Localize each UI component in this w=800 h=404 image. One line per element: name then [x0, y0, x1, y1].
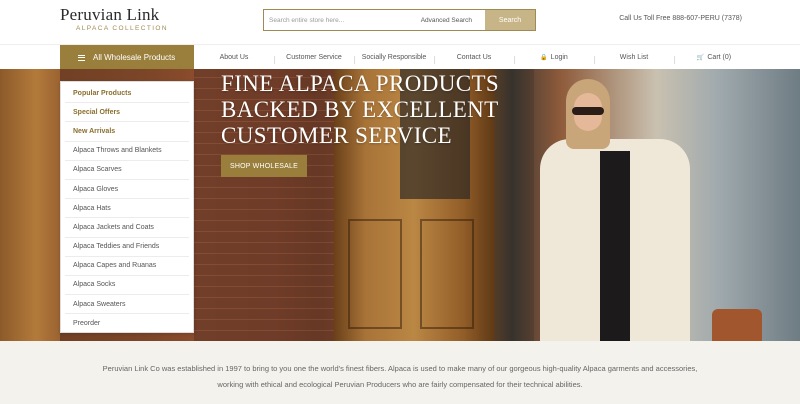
shop-wholesale-button[interactable]: SHOP WHOLESALE — [221, 155, 307, 177]
dropdown-item[interactable]: Special Offers — [65, 103, 189, 123]
hero-title-line: BACKED BY EXCELLENT — [221, 97, 499, 122]
nav-item-label: Customer Service — [286, 54, 342, 61]
hero-title-line: CUSTOMER SERVICE — [221, 123, 452, 148]
all-products-label: All Wholesale Products — [93, 53, 176, 62]
search-bar: Advanced Search Search — [263, 9, 536, 31]
nav-item-label: Socially Responsible — [361, 54, 427, 61]
nav-links: About Us Customer Service Socially Respons… — [194, 45, 754, 70]
hero-title-line: FINE ALPACA PRODUCTS — [221, 71, 500, 96]
dropdown-item[interactable]: Preorder — [65, 314, 189, 333]
dropdown-item[interactable]: Alpaca Capes and Ruanas — [65, 257, 189, 276]
nav-item-label: About Us — [219, 54, 249, 61]
advanced-search-link[interactable]: Advanced Search — [421, 17, 472, 24]
logo-name: Peruvian Link — [60, 5, 160, 24]
nav-item-label: Wish List — [619, 54, 649, 61]
search-button[interactable]: Search — [485, 10, 535, 30]
about-text: Peruvian Link Co was established in 1997… — [102, 364, 698, 389]
dropdown-item[interactable]: Alpaca Hats — [65, 199, 189, 219]
hero-title: FINE ALPACA PRODUCTS BACKED BY EXCELLENT C… — [221, 71, 551, 149]
hamburger-icon — [78, 53, 85, 62]
category-dropdown: Popular Products Special Offers New Arriva… — [60, 81, 194, 333]
logo-tagline: ALPACA COLLECTION — [76, 25, 168, 32]
dropdown-item[interactable]: Alpaca Scarves — [65, 161, 189, 180]
nav-item-login[interactable]: 🔒 Login — [514, 54, 594, 64]
site-header: Peruvian Link ALPACA COLLECTION Advanced… — [0, 0, 800, 44]
nav-item-about-us[interactable]: About Us — [194, 54, 274, 61]
search-input[interactable] — [264, 10, 421, 30]
dropdown-item[interactable]: New Arrivals — [65, 122, 189, 142]
nav-item-cart-0[interactable]: 🛒 Cart (0) — [674, 54, 754, 64]
cart-icon: 🛒 — [696, 55, 705, 61]
nav-item-contact-us[interactable]: Contact Us — [434, 54, 514, 64]
dropdown-item[interactable]: Alpaca Jackets and Coats — [65, 218, 189, 238]
nav-item-label: Cart (0) — [707, 54, 732, 61]
dropdown-item[interactable]: Alpaca Gloves — [65, 180, 189, 200]
dropdown-item[interactable]: Popular Products — [65, 84, 189, 104]
nav-item-socially-responsible[interactable]: Socially Responsible — [354, 54, 434, 64]
all-products-menu-button[interactable]: All Wholesale Products — [60, 45, 194, 70]
toll-free-phone: Call Us Toll Free 888-607-PERU (7378) — [619, 15, 742, 22]
about-section: Peruvian Link Co was established in 1997… — [0, 341, 800, 404]
dropdown-item[interactable]: Alpaca Sweaters — [65, 295, 189, 315]
hero-door-left — [0, 69, 60, 341]
lock-icon: 🔒 — [540, 55, 548, 61]
hero-handbag — [712, 309, 762, 341]
dropdown-item[interactable]: Alpaca Throws and Blankets — [65, 142, 189, 161]
nav-item-customer-service[interactable]: Customer Service — [274, 54, 354, 64]
nav-item-wish-list[interactable]: Wish List — [594, 54, 674, 64]
nav-item-label: Contact Us — [456, 54, 492, 61]
main-nav: All Wholesale Products About Us Customer … — [0, 44, 800, 70]
dropdown-item[interactable]: Alpaca Teddies and Friends — [65, 238, 189, 257]
nav-item-label: Login — [550, 54, 568, 61]
hero-model-image — [540, 79, 710, 341]
dropdown-item[interactable]: Alpaca Socks — [65, 276, 189, 296]
site-logo[interactable]: Peruvian Link ALPACA COLLECTION — [60, 6, 180, 36]
